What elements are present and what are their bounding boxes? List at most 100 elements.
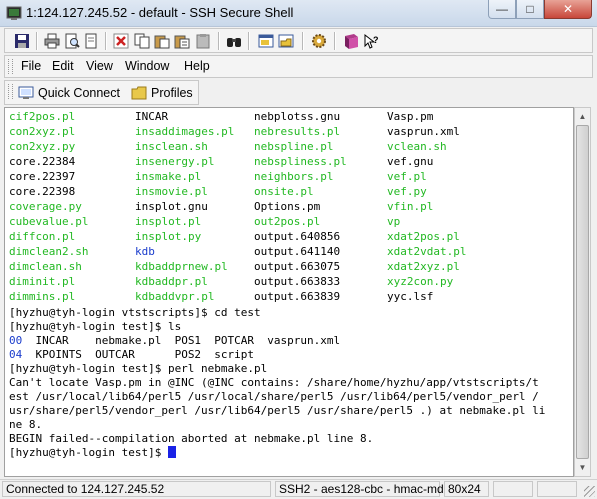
file-entry: vasprun.xml [387,125,460,138]
clipboard-button[interactable] [194,32,212,50]
file-entry: output.663833 [254,275,341,288]
ssh-app-icon [6,6,22,20]
file-entry: cif2pos.pl [9,110,76,123]
quick-connect-bar: Quick Connect Profiles [4,80,199,105]
file-entry: insplot.gnu [135,200,208,213]
settings-gear-icon [312,34,326,48]
file-entry: yyc.lsf [387,290,434,303]
new-terminal-button[interactable] [257,32,275,50]
settings-button[interactable] [310,32,328,50]
file-entry: kdbaddpr.pl [135,275,208,288]
clipboard-icon [196,34,210,49]
terminal-line: usr/share/perl5/vendor_perl /usr/lib64/p… [9,404,546,417]
minimize-button[interactable]: — [488,0,516,19]
maximize-icon: □ [526,2,534,16]
save-icon [15,34,29,48]
menu-help[interactable]: Help [184,59,210,73]
close-icon: ✕ [562,2,574,16]
binoculars-icon [227,38,241,47]
file-entry: insaddimages.pl [135,125,235,138]
scroll-up-arrow-icon: ▲ [578,112,587,121]
copy-icon [134,33,150,49]
quickbar-grip[interactable] [8,84,13,99]
help-button[interactable]: ? [362,32,380,50]
file-entry: xyz2con.py [387,275,454,288]
status-cell-empty [493,481,533,497]
print-button[interactable] [43,32,61,50]
toolbar-separator [36,32,38,50]
paste-special-icon [174,35,190,49]
toolbar-separator [105,32,107,50]
terminal-prompt-line[interactable]: [hyzhu@tyh-login test]$ [9,446,176,460]
file-entry: dimclean.sh [9,260,82,273]
new-file-transfer-button[interactable] [277,32,295,50]
print-icon [44,33,60,49]
new-terminal-icon [258,34,274,48]
file-entry: nebresults.pl [254,125,341,138]
file-entry: con2xyz.pl [9,125,76,138]
menu-edit[interactable]: Edit [52,59,74,73]
close-button[interactable]: ✕ [544,0,592,19]
toolbar-separator [302,32,304,50]
file-entry: vef.gnu [387,155,434,168]
status-terminal-size: 80x24 [444,481,489,497]
file-entries: KPOINTS OUTCAR POS2 script [22,348,255,361]
cut-button[interactable] [112,32,130,50]
terminal-line: BEGIN failed--compilation aborted at neb… [9,432,374,445]
menu-view[interactable]: View [86,59,113,73]
scroll-down-button[interactable]: ▼ [575,459,590,476]
menu-window[interactable]: Window [125,59,169,73]
menu-grip[interactable] [8,59,13,74]
toolbar-separator [218,32,220,50]
minimize-icon: — [496,2,508,16]
file-entry: xdat2xyz.pl [387,260,460,273]
resize-grip[interactable] [584,486,595,497]
print-preview-button[interactable] [63,32,81,50]
find-button[interactable] [83,32,101,50]
file-entry: insmake.pl [135,170,202,183]
paste-special-button[interactable] [173,32,191,50]
quick-connect-icon [18,86,34,99]
toolbar: ? [4,28,593,53]
menu-file[interactable]: File [21,59,41,73]
status-cipher: SSH2 - aes128-cbc - hmac-md5 [275,481,450,497]
dir-entry: 00 [9,334,23,347]
file-entry: cubevalue.pl [9,215,89,228]
save-button[interactable] [13,32,31,50]
file-entry: coverage.py [9,200,82,213]
profiles-toolbar-button[interactable] [342,32,360,50]
file-entry: insmovie.pl [135,185,208,198]
quick-connect-button[interactable]: Quick Connect [18,83,120,103]
ssh-window: 1:124.127.245.52 - default - SSH Secure … [0,0,597,499]
file-entry: vclean.sh [387,140,447,153]
file-entry: xdat2vdat.pl [387,245,467,258]
paste-icon [154,35,170,49]
file-entry: diminit.pl [9,275,76,288]
file-entry: output.640856 [254,230,341,243]
maximize-button[interactable]: □ [516,0,544,19]
terminal-line: 00 INCAR nebmake.pl POS1 POTCAR vasprun.… [9,334,340,348]
find-text-button[interactable] [225,32,243,50]
copy-button[interactable] [133,32,151,50]
file-entry: kdbaddvpr.pl [135,290,215,303]
file-entry: Options.pm [254,200,321,213]
terminal-output[interactable]: cif2pos.pl INCAR nebplotss.gnu Vasp.pm con2x… [4,107,574,477]
terminal-line: Can't locate Vasp.pm in @INC (@INC conta… [9,376,539,389]
scroll-thumb[interactable] [576,125,589,459]
file-entries: INCAR nebmake.pl POS1 POTCAR vasprun.xml [22,334,341,347]
file-entry: core.22384 [9,155,76,168]
profiles-button[interactable]: Profiles [131,83,193,103]
file-entry: insclean.sh [135,140,208,153]
profiles-label: Profiles [151,86,193,100]
vertical-scrollbar[interactable]: ▲ ▼ [574,107,591,477]
file-entry: nebspline.pl [254,140,334,153]
svg-text:?: ? [373,35,379,45]
scroll-up-button[interactable]: ▲ [575,108,590,125]
file-entry: core.22397 [9,170,76,183]
title-bar[interactable]: 1:124.127.245.52 - default - SSH Secure … [0,0,597,27]
file-entry: diffcon.pl [9,230,76,243]
new-file-transfer-icon [278,34,294,48]
paste-button[interactable] [153,32,171,50]
file-entry: nebspliness.pl [254,155,347,168]
file-entry: insplot.pl [135,215,202,228]
